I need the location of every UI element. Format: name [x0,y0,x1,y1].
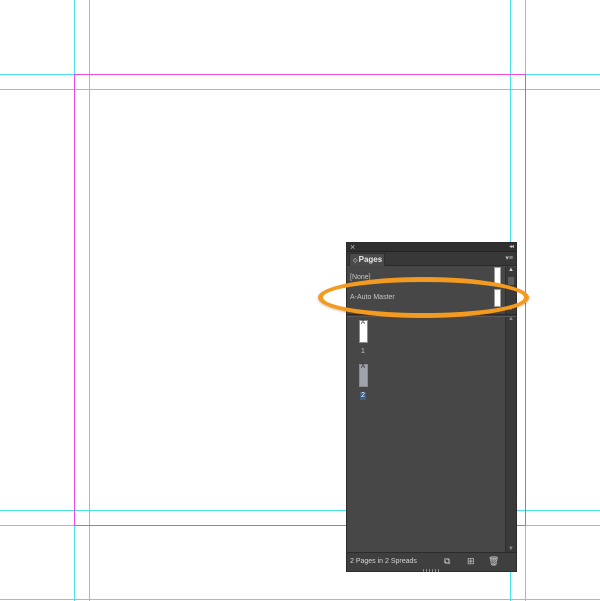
close-icon[interactable]: × [350,242,355,252]
margin-guide [74,74,75,525]
pages-scrollbar[interactable]: ▲ ▼ [505,316,516,552]
master-item-none[interactable]: [None] [350,273,371,282]
scroll-thumb[interactable] [508,277,514,285]
page-thumbnail-1[interactable]: A [359,320,368,343]
pages-section: A 1 A 2 [347,317,505,552]
masters-scrollbar[interactable]: ▲ ▼ [505,267,516,314]
masters-section: [None] A-Auto Master [347,267,505,314]
page-thumbnail-2[interactable]: A [359,364,368,387]
master-thumbnail[interactable] [494,289,501,307]
master-thumbnail[interactable] [494,267,501,285]
column-guide [74,0,75,601]
scroll-up-icon[interactable]: ▲ [508,316,514,322]
delete-page-icon[interactable]: 🗑 [488,556,499,567]
scroll-up-icon[interactable]: ▲ [508,267,514,273]
column-guide [89,0,90,601]
pages-panel: × ◂◂ ◇Pages ▾≡ [None] A-Auto Master ▲ ▼ … [346,242,517,572]
page-number-2: 2 [360,392,366,400]
page-number-1: 1 [361,348,365,355]
collapse-icon[interactable]: ◂◂ [509,243,514,252]
row-guide [0,89,600,90]
row-guide [0,599,600,600]
scroll-down-icon[interactable]: ▼ [508,306,514,312]
margin-guide [525,74,526,525]
tab-cycle-icon: ◇ [353,258,358,264]
master-prefix: A [361,364,366,370]
row-guide [0,74,600,75]
edit-page-size-icon[interactable]: ⧉ [444,556,450,567]
panel-tab-row: ◇Pages ▾≡ [347,252,516,266]
panel-menu-icon[interactable]: ▾≡ [505,254,513,263]
new-page-icon[interactable]: ⊞ [467,556,475,567]
pages-spread-count: 2 Pages in 2 Spreads [350,558,417,565]
panel-title-bar[interactable]: × ◂◂ [347,242,516,252]
margin-guide [74,74,526,75]
master-prefix: A [361,320,366,326]
tab-pages-label: Pages [358,255,383,264]
panel-resize-grip[interactable] [423,569,439,572]
master-item-auto-master[interactable]: A-Auto Master [350,293,395,302]
column-guide [525,0,526,601]
tab-pages[interactable]: ◇Pages [349,253,385,266]
